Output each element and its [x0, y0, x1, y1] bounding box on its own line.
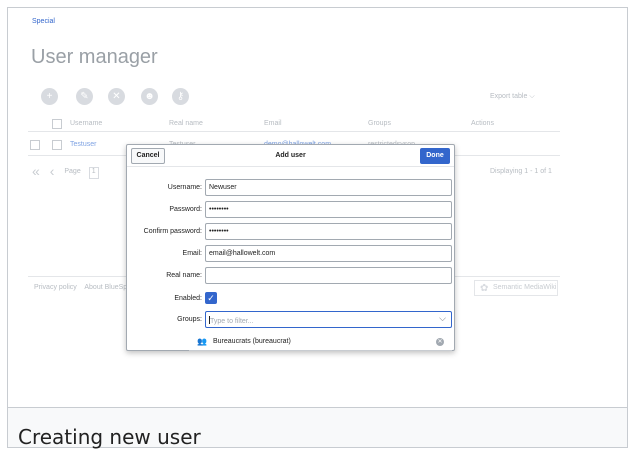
- realname-label: Real name:: [166, 272, 202, 279]
- remove-group-icon[interactable]: ✕: [436, 338, 444, 346]
- smw-badge[interactable]: ✿ Semantic MediaWiki: [474, 280, 558, 296]
- groups-label: Groups:: [177, 316, 202, 323]
- checkmark-icon: ✓: [207, 293, 215, 303]
- prev-page-icon[interactable]: ‹: [50, 163, 55, 179]
- confirm-password-field[interactable]: ••••••••: [205, 223, 452, 240]
- selected-group-label: Bureaucrats (bureaucrat): [213, 338, 291, 345]
- screenshot: Special User manager + ✎ ✕ ☻ ⚷ Export ta…: [8, 8, 627, 408]
- column-header[interactable]: Username: [70, 120, 102, 127]
- email-row: Email: email@hallowelt.com: [127, 245, 454, 263]
- username-label: Username:: [167, 184, 202, 191]
- confirm-password-label: Confirm password:: [143, 228, 202, 235]
- password-field[interactable]: ••••••••: [205, 201, 452, 218]
- email-label: Email:: [182, 250, 202, 257]
- export-table-button[interactable]: Export table ⌵: [490, 93, 535, 101]
- about-link[interactable]: About BlueSpi: [84, 284, 128, 291]
- dialog-title: Add user: [275, 152, 306, 159]
- groups-placeholder: Type to filter...: [210, 318, 254, 325]
- dialog-header: Cancel Add user Done: [127, 145, 454, 167]
- column-header[interactable]: Groups: [368, 120, 391, 127]
- username-field[interactable]: Newuser: [205, 179, 452, 196]
- display-count: Displaying 1 - 1 of 1: [490, 168, 552, 175]
- realname-row: Real name:: [127, 267, 454, 285]
- username-row: Username: Newuser: [127, 179, 454, 197]
- email-field[interactable]: email@hallowelt.com: [205, 245, 452, 262]
- page-input[interactable]: 1: [88, 166, 99, 179]
- table-header: Username Real name Email Groups Actions: [28, 116, 560, 132]
- key-icon[interactable]: ⚷: [172, 88, 189, 105]
- pager: « ‹ Page 1: [32, 163, 99, 179]
- first-page-icon[interactable]: «: [32, 163, 40, 179]
- wrench-icon[interactable]: ✎: [76, 88, 93, 105]
- privacy-link[interactable]: Privacy policy: [34, 284, 77, 291]
- row-checkbox[interactable]: [52, 140, 62, 150]
- chevron-down-icon: ⌵: [529, 93, 535, 100]
- selected-group-item: 👥 Bureaucrats (bureaucrat) ✕: [189, 335, 452, 351]
- username-cell[interactable]: Testuser: [70, 141, 96, 148]
- column-header[interactable]: Email: [264, 120, 282, 127]
- figure-caption: Creating new user: [18, 425, 201, 449]
- chevron-down-icon[interactable]: ⌵: [439, 313, 446, 324]
- enabled-row: Enabled: ✓: [127, 290, 454, 308]
- group-icon[interactable]: ☻: [141, 88, 158, 105]
- realname-field[interactable]: [205, 267, 452, 284]
- password-row: Password: ••••••••: [127, 201, 454, 219]
- page-title: User manager: [31, 46, 158, 68]
- export-label: Export table: [490, 93, 528, 100]
- users-icon: 👥: [197, 337, 207, 346]
- column-header[interactable]: Real name: [169, 120, 203, 127]
- groups-row: Groups: Type to filter... ⌵: [127, 311, 454, 329]
- select-all-checkbox[interactable]: [52, 119, 62, 129]
- done-button[interactable]: Done: [420, 148, 450, 164]
- add-user-dialog: Cancel Add user Done Username: Newuser P…: [126, 144, 455, 351]
- add-icon[interactable]: +: [41, 88, 58, 105]
- footer-links: Privacy policy About BlueSpi: [34, 284, 135, 291]
- smw-badge-label: Semantic MediaWiki: [493, 284, 557, 291]
- smw-logo-icon: ✿: [480, 283, 489, 294]
- column-header[interactable]: Actions: [471, 120, 494, 127]
- groups-filter-input[interactable]: Type to filter... ⌵: [205, 311, 452, 328]
- figure-frame: Special User manager + ✎ ✕ ☻ ⚷ Export ta…: [7, 7, 628, 449]
- breadcrumb[interactable]: Special: [32, 18, 55, 25]
- enabled-checkbox[interactable]: ✓: [205, 292, 217, 304]
- confirm-password-row: Confirm password: ••••••••: [127, 223, 454, 241]
- enabled-label: Enabled:: [174, 295, 202, 302]
- password-label: Password:: [169, 206, 202, 213]
- remove-icon[interactable]: ✕: [108, 88, 125, 105]
- expand-icon[interactable]: [30, 140, 40, 150]
- page-label: Page: [64, 167, 81, 175]
